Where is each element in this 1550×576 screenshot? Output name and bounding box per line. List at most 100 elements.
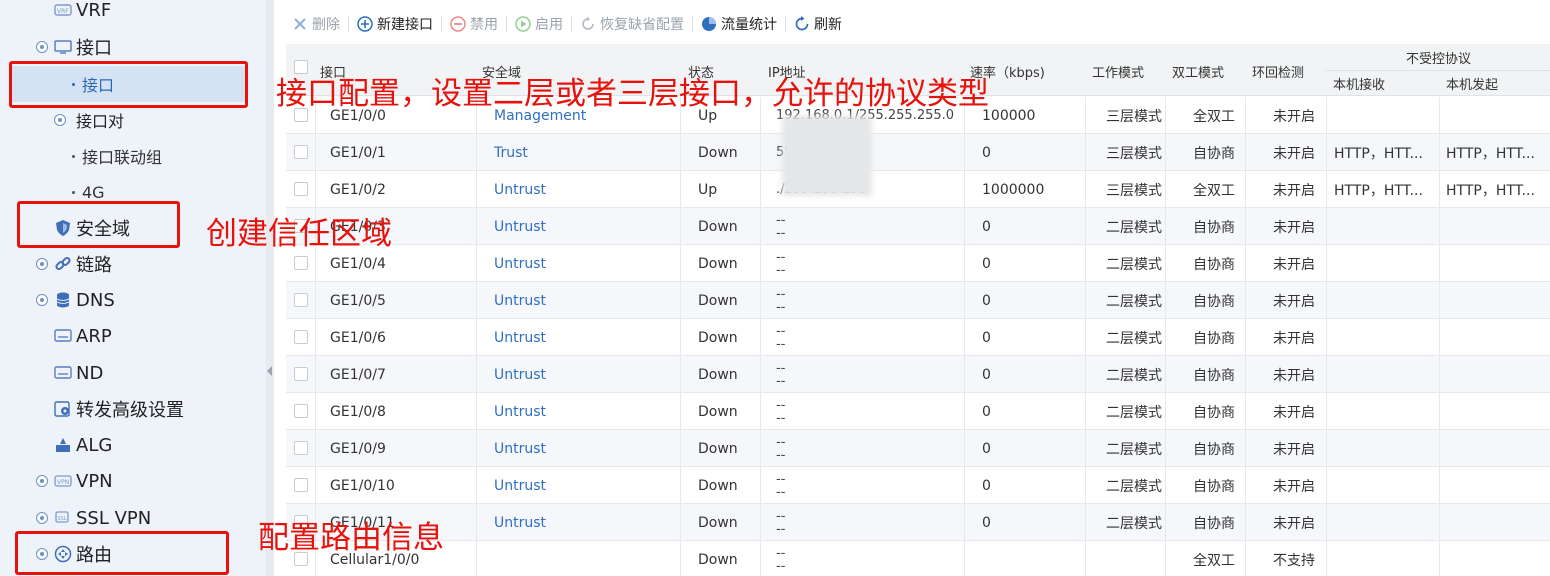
sidebar-item-interface[interactable]: 接口	[0, 29, 266, 65]
sidebar-item-forwarding-advanced[interactable]: 转发高级设置	[0, 391, 266, 427]
status-cell: Down	[698, 514, 738, 531]
security-zone-link[interactable]: Untrust	[494, 430, 546, 467]
table-row[interactable]: GE1/0/1TrustDown55.255.255.00三层模式自协商未开启H…	[286, 134, 1550, 171]
row-checkbox[interactable]	[294, 441, 308, 455]
interface-name: GE1/0/10	[330, 477, 395, 494]
column-header-local-send[interactable]: 本机发起	[1446, 74, 1498, 93]
expand-icon[interactable]	[36, 475, 48, 487]
refresh-button[interactable]: 刷新	[788, 4, 848, 44]
sidebar-item-label: VRF	[76, 0, 112, 21]
row-checkbox[interactable]	[294, 404, 308, 418]
table-row[interactable]: GE1/0/11 Untrust Down -- -- 0 二层模式 自协商 未开启	[286, 504, 1550, 541]
table-row[interactable]: GE1/0/8 Untrust Down -- -- 0 二层模式 自协商 未开启	[286, 393, 1550, 430]
toolbar: 删除 新建接口 禁用 启用 恢复缺省配置 流量统计 刷新	[276, 4, 1550, 44]
loopback-cell: 未开启	[1273, 256, 1315, 273]
column-header-local-recv[interactable]: 本机接收	[1333, 74, 1385, 93]
sidebar-item-alg[interactable]: ALG	[0, 427, 266, 463]
work-mode-cell: 二层模式	[1106, 404, 1162, 421]
security-zone-link[interactable]: Untrust	[494, 208, 546, 245]
status-cell: Down	[698, 292, 738, 309]
svg-text:VPN: VPN	[57, 479, 69, 486]
security-zone-link[interactable]: Untrust	[494, 467, 546, 504]
restore-default-button[interactable]: 恢复缺省配置	[574, 4, 690, 44]
sidebar-item-label: 接口	[76, 38, 112, 59]
table-row[interactable]: GE1/0/10 Untrust Down -- -- 0 二层模式 自协商 未开启	[286, 467, 1550, 504]
sidebar-item-vrf[interactable]: VRF VRF	[0, 0, 266, 28]
status-cell: Down	[698, 218, 738, 235]
expand-icon[interactable]	[54, 114, 66, 126]
loopback-cell: 未开启	[1273, 145, 1315, 162]
ip-line: --	[776, 545, 786, 561]
enable-button[interactable]: 启用	[509, 4, 569, 44]
table-row[interactable]: GE1/0/7 Untrust Down -- -- 0 二层模式 自协商 未开启	[286, 356, 1550, 393]
table-row[interactable]: GE1/0/5 Untrust Down -- -- 0 二层模式 自协商 未开启	[286, 282, 1550, 319]
interface-name: GE1/0/9	[330, 440, 386, 457]
vrf-icon: VRF	[54, 1, 72, 19]
sidebar-item-dns[interactable]: DNS	[0, 282, 266, 318]
expand-icon[interactable]	[36, 41, 48, 53]
row-checkbox[interactable]	[294, 293, 308, 307]
table-row[interactable]: GE1/0/6 Untrust Down -- -- 0 二层模式 自协商 未开启	[286, 319, 1550, 356]
row-checkbox[interactable]	[294, 367, 308, 381]
row-checkbox[interactable]	[294, 478, 308, 492]
refresh-icon	[794, 16, 810, 32]
loopback-cell: 未开启	[1273, 293, 1315, 310]
collapse-arrow-icon[interactable]	[267, 366, 272, 376]
security-zone-link[interactable]: Untrust	[494, 504, 546, 541]
alg-icon	[54, 436, 72, 454]
row-checkbox[interactable]	[294, 182, 308, 196]
sidebar-item-vpn[interactable]: VPN VPN	[0, 463, 266, 499]
status-cell: Down	[698, 403, 738, 420]
table-row[interactable]: GE1/0/4 Untrust Down -- -- 0 二层模式 自协商 未开启	[286, 245, 1550, 282]
security-zone-link[interactable]: Untrust	[494, 356, 546, 393]
ip-line: --	[776, 397, 786, 413]
sidebar-item-nd[interactable]: ND	[0, 355, 266, 391]
column-header-loopback[interactable]: 环回检测	[1252, 62, 1304, 81]
expand-icon[interactable]	[36, 294, 48, 306]
interface-name: GE1/0/2	[330, 181, 386, 198]
ip-address-cell: -- --	[776, 467, 966, 504]
security-zone-link[interactable]: Untrust	[494, 282, 546, 319]
work-mode-cell: 三层模式	[1106, 145, 1162, 162]
row-checkbox[interactable]	[294, 330, 308, 344]
status-cell: Up	[698, 181, 718, 198]
row-checkbox[interactable]	[294, 256, 308, 270]
sidebar-subitem-linkage-group[interactable]: 接口联动组	[0, 138, 266, 174]
ssl-vpn-icon: SSL	[54, 509, 72, 527]
table-row[interactable]: Cellular1/0/0 Down -- -- 全双工 不支持	[286, 541, 1550, 576]
gear-icon	[54, 400, 72, 418]
table-row[interactable]: GE1/0/2UntrustUp./255.255.2551000000三层模式…	[286, 171, 1550, 208]
table-row[interactable]: GE1/0/3 Untrust Down -- -- 0 二层模式 自协商 未开启	[286, 208, 1550, 245]
security-zone-link[interactable]: Untrust	[494, 319, 546, 356]
new-interface-button[interactable]: 新建接口	[351, 4, 439, 44]
expand-icon[interactable]	[36, 258, 48, 270]
disable-button[interactable]: 禁用	[444, 4, 504, 44]
column-header-duplex[interactable]: 双工模式	[1172, 62, 1224, 81]
restore-default-label: 恢复缺省配置	[600, 17, 684, 33]
restore-icon	[580, 16, 596, 32]
panel-splitter[interactable]	[266, 0, 274, 576]
speed-cell: 0	[982, 329, 991, 346]
sidebar-item-arp[interactable]: ARP	[0, 318, 266, 354]
database-icon	[54, 291, 72, 309]
row-checkbox[interactable]	[294, 145, 308, 159]
delete-button[interactable]: 删除	[286, 4, 346, 44]
traffic-stats-button[interactable]: 流量统计	[695, 4, 783, 44]
ip-address-cell: -- --	[776, 430, 966, 467]
expand-icon[interactable]	[36, 512, 48, 524]
ip-line: --	[776, 521, 786, 537]
column-header-work-mode[interactable]: 工作模式	[1092, 62, 1144, 81]
security-zone-link[interactable]: Untrust	[494, 393, 546, 430]
security-zone-link[interactable]: Untrust	[494, 245, 546, 282]
loopback-cell: 未开启	[1273, 182, 1315, 199]
ip-address-cell: -- --	[776, 393, 966, 430]
annotation-zone-note: 创建信任区域	[206, 216, 392, 252]
ip-line: --	[776, 360, 786, 376]
link-icon	[54, 255, 72, 273]
plus-circle-icon	[357, 16, 373, 32]
sidebar-item-label: 链路	[76, 255, 112, 276]
interface-name: GE1/0/7	[330, 366, 386, 383]
security-zone-link[interactable]: Trust	[494, 134, 528, 171]
table-row[interactable]: GE1/0/9 Untrust Down -- -- 0 二层模式 自协商 未开启	[286, 430, 1550, 467]
security-zone-link[interactable]: Untrust	[494, 171, 546, 208]
